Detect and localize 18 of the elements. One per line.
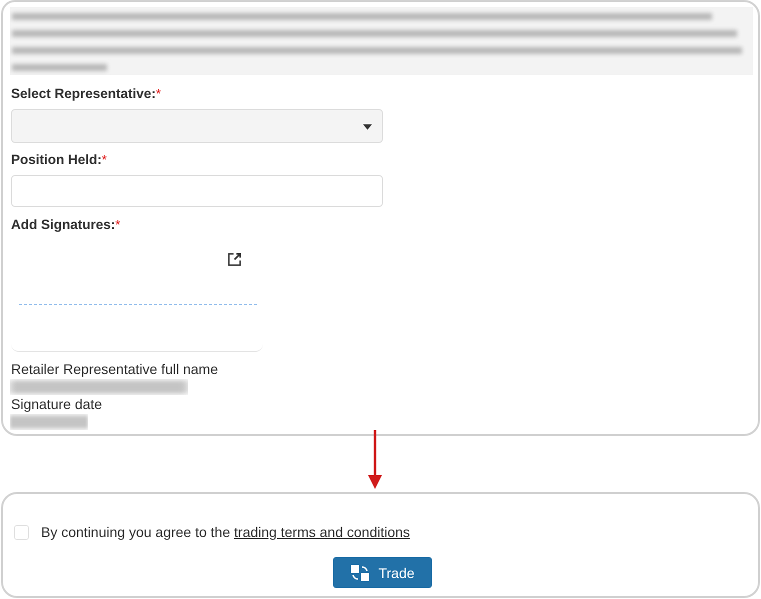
trade-button[interactable]: Trade [333, 557, 432, 588]
expand-icon[interactable] [227, 252, 242, 267]
exchange-icon [350, 564, 370, 582]
detail-label: Retailer Representative full name [11, 361, 219, 378]
terms-link[interactable]: trading terms and conditions [234, 524, 410, 540]
caret-icon [363, 124, 372, 130]
down-arrow-icon [367, 430, 383, 490]
agree-checkbox[interactable] [14, 524, 29, 540]
detail-label: Signature date [11, 396, 104, 413]
field-label: Add Signatures: [11, 217, 116, 233]
representative-select[interactable] [11, 109, 383, 143]
required-mark: * [156, 86, 161, 102]
field-label: Position Held: [11, 152, 102, 168]
agreement-text: By continuing you agree to the trading terms and conditions [41, 524, 410, 540]
position-input[interactable] [11, 175, 383, 207]
required-mark: * [102, 152, 107, 168]
field-label: Select Representative: [11, 86, 156, 102]
required-mark: * [115, 217, 120, 233]
